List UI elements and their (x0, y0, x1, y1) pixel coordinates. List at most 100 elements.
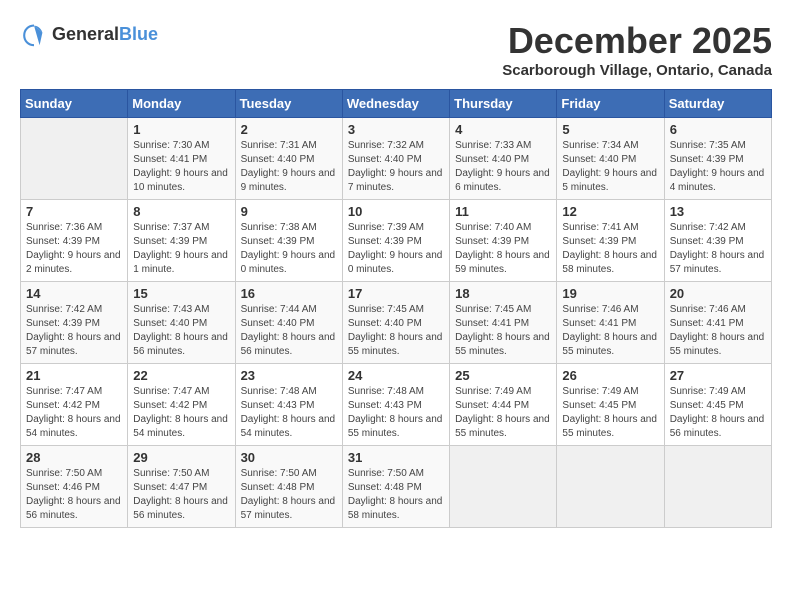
calendar-cell: 30 Sunrise: 7:50 AMSunset: 4:48 PMDayligh… (235, 446, 342, 528)
calendar-header-friday: Friday (557, 90, 664, 118)
calendar-cell: 2 Sunrise: 7:31 AMSunset: 4:40 PMDaylight… (235, 118, 342, 200)
calendar-cell: 7 Sunrise: 7:36 AMSunset: 4:39 PMDaylight… (21, 200, 128, 282)
day-number: 5 (562, 122, 658, 137)
day-info: Sunrise: 7:46 AMSunset: 4:41 PMDaylight:… (670, 303, 766, 359)
day-info: Sunrise: 7:45 AMSunset: 4:40 PMDaylight:… (348, 303, 444, 359)
calendar-cell: 11 Sunrise: 7:40 AMSunset: 4:39 PMDayligh… (450, 200, 557, 282)
day-number: 12 (562, 204, 658, 219)
day-number: 4 (455, 122, 551, 137)
calendar-cell (557, 446, 664, 528)
calendar-cell: 16Sunrise: 7:44 AMSunset: 4:40 PMDayligh… (235, 282, 342, 364)
day-number: 8 (133, 204, 229, 219)
day-info: Sunrise: 7:50 AMSunset: 4:48 PMDaylight:… (241, 467, 337, 523)
day-info: Sunrise: 7:45 AMSunset: 4:41 PMDaylight:… (455, 303, 551, 359)
calendar-cell (450, 446, 557, 528)
calendar-header-wednesday: Wednesday (342, 90, 449, 118)
day-number: 9 (241, 204, 337, 219)
day-info: Sunrise: 7:48 AMSunset: 4:43 PMDaylight:… (241, 385, 337, 441)
calendar-cell: 28 Sunrise: 7:50 AMSunset: 4:46 PMDayligh… (21, 446, 128, 528)
calendar-table: SundayMondayTuesdayWednesdayThursdayFrid… (20, 89, 772, 528)
day-info: Sunrise: 7:36 AMSunset: 4:39 PMDaylight:… (26, 221, 122, 277)
calendar-cell: 8Sunrise: 7:37 AMSunset: 4:39 PMDaylight… (128, 200, 235, 282)
day-number: 17 (348, 286, 444, 301)
day-info: Sunrise: 7:41 AMSunset: 4:39 PMDaylight:… (562, 221, 658, 277)
title-section: December 2025 Scarborough Village, Ontar… (502, 20, 772, 79)
day-number: 14 (26, 286, 122, 301)
page-header: GeneralBlue December 2025 Scarborough Vi… (20, 20, 772, 79)
day-number: 28 (26, 450, 122, 465)
calendar-header-row: SundayMondayTuesdayWednesdayThursdayFrid… (21, 90, 772, 118)
calendar-cell: 4Sunrise: 7:33 AMSunset: 4:40 PMDaylight… (450, 118, 557, 200)
calendar-cell: 22 Sunrise: 7:47 AMSunset: 4:42 PMDayligh… (128, 364, 235, 446)
day-info: Sunrise: 7:44 AMSunset: 4:40 PMDaylight:… (241, 303, 337, 359)
day-info: Sunrise: 7:32 AMSunset: 4:40 PMDaylight:… (348, 139, 444, 195)
calendar-cell: 18 Sunrise: 7:45 AMSunset: 4:41 PMDayligh… (450, 282, 557, 364)
day-info: Sunrise: 7:35 AMSunset: 4:39 PMDaylight:… (670, 139, 766, 195)
calendar-cell: 10 Sunrise: 7:39 AMSunset: 4:39 PMDayligh… (342, 200, 449, 282)
day-info: Sunrise: 7:49 AMSunset: 4:44 PMDaylight:… (455, 385, 551, 441)
day-number: 15 (133, 286, 229, 301)
day-info: Sunrise: 7:49 AMSunset: 4:45 PMDaylight:… (670, 385, 766, 441)
calendar-header-saturday: Saturday (664, 90, 771, 118)
day-info: Sunrise: 7:30 AMSunset: 4:41 PMDaylight:… (133, 139, 229, 195)
day-number: 26 (562, 368, 658, 383)
day-number: 19 (562, 286, 658, 301)
calendar-cell: 31 Sunrise: 7:50 AMSunset: 4:48 PMDayligh… (342, 446, 449, 528)
calendar-cell (21, 118, 128, 200)
day-number: 31 (348, 450, 444, 465)
day-number: 21 (26, 368, 122, 383)
day-info: Sunrise: 7:47 AMSunset: 4:42 PMDaylight:… (133, 385, 229, 441)
day-info: Sunrise: 7:38 AMSunset: 4:39 PMDaylight:… (241, 221, 337, 277)
day-number: 27 (670, 368, 766, 383)
day-info: Sunrise: 7:39 AMSunset: 4:39 PMDaylight:… (348, 221, 444, 277)
day-number: 22 (133, 368, 229, 383)
day-info: Sunrise: 7:40 AMSunset: 4:39 PMDaylight:… (455, 221, 551, 277)
calendar-cell: 1Sunrise: 7:30 AMSunset: 4:41 PMDaylight… (128, 118, 235, 200)
calendar-cell: 15 Sunrise: 7:43 AMSunset: 4:40 PMDayligh… (128, 282, 235, 364)
day-number: 2 (241, 122, 337, 137)
logo-blue: Blue (119, 24, 158, 44)
day-number: 7 (26, 204, 122, 219)
day-number: 6 (670, 122, 766, 137)
day-number: 20 (670, 286, 766, 301)
day-info: Sunrise: 7:48 AMSunset: 4:43 PMDaylight:… (348, 385, 444, 441)
calendar-cell: 29Sunrise: 7:50 AMSunset: 4:47 PMDayligh… (128, 446, 235, 528)
calendar-cell: 6 Sunrise: 7:35 AMSunset: 4:39 PMDaylight… (664, 118, 771, 200)
day-number: 13 (670, 204, 766, 219)
calendar-cell: 19Sunrise: 7:46 AMSunset: 4:41 PMDayligh… (557, 282, 664, 364)
calendar-week-1: 1Sunrise: 7:30 AMSunset: 4:41 PMDaylight… (21, 118, 772, 200)
logo-general: General (52, 24, 119, 44)
day-number: 23 (241, 368, 337, 383)
day-info: Sunrise: 7:31 AMSunset: 4:40 PMDaylight:… (241, 139, 337, 195)
calendar-cell: 13 Sunrise: 7:42 AMSunset: 4:39 PMDayligh… (664, 200, 771, 282)
day-info: Sunrise: 7:34 AMSunset: 4:40 PMDaylight:… (562, 139, 658, 195)
calendar-cell (664, 446, 771, 528)
calendar-cell: 12 Sunrise: 7:41 AMSunset: 4:39 PMDayligh… (557, 200, 664, 282)
day-info: Sunrise: 7:42 AMSunset: 4:39 PMDaylight:… (670, 221, 766, 277)
calendar-cell: 20 Sunrise: 7:46 AMSunset: 4:41 PMDayligh… (664, 282, 771, 364)
day-number: 11 (455, 204, 551, 219)
day-info: Sunrise: 7:50 AMSunset: 4:47 PMDaylight:… (133, 467, 229, 523)
day-number: 10 (348, 204, 444, 219)
day-number: 18 (455, 286, 551, 301)
day-info: Sunrise: 7:49 AMSunset: 4:45 PMDaylight:… (562, 385, 658, 441)
calendar-cell: 26 Sunrise: 7:49 AMSunset: 4:45 PMDayligh… (557, 364, 664, 446)
day-number: 30 (241, 450, 337, 465)
day-info: Sunrise: 7:50 AMSunset: 4:46 PMDaylight:… (26, 467, 122, 523)
calendar-cell: 9 Sunrise: 7:38 AMSunset: 4:39 PMDaylight… (235, 200, 342, 282)
calendar-week-5: 28 Sunrise: 7:50 AMSunset: 4:46 PMDayligh… (21, 446, 772, 528)
calendar-cell: 21Sunrise: 7:47 AMSunset: 4:42 PMDayligh… (21, 364, 128, 446)
calendar-header-thursday: Thursday (450, 90, 557, 118)
day-info: Sunrise: 7:50 AMSunset: 4:48 PMDaylight:… (348, 467, 444, 523)
calendar-cell: 25 Sunrise: 7:49 AMSunset: 4:44 PMDayligh… (450, 364, 557, 446)
calendar-cell: 24Sunrise: 7:48 AMSunset: 4:43 PMDayligh… (342, 364, 449, 446)
month-title: December 2025 (502, 20, 772, 62)
calendar-cell: 14Sunrise: 7:42 AMSunset: 4:39 PMDayligh… (21, 282, 128, 364)
day-info: Sunrise: 7:43 AMSunset: 4:40 PMDaylight:… (133, 303, 229, 359)
calendar-header-tuesday: Tuesday (235, 90, 342, 118)
day-number: 25 (455, 368, 551, 383)
calendar-header-monday: Monday (128, 90, 235, 118)
logo-icon (20, 20, 48, 48)
calendar-week-2: 7 Sunrise: 7:36 AMSunset: 4:39 PMDaylight… (21, 200, 772, 282)
logo: GeneralBlue (20, 20, 158, 48)
